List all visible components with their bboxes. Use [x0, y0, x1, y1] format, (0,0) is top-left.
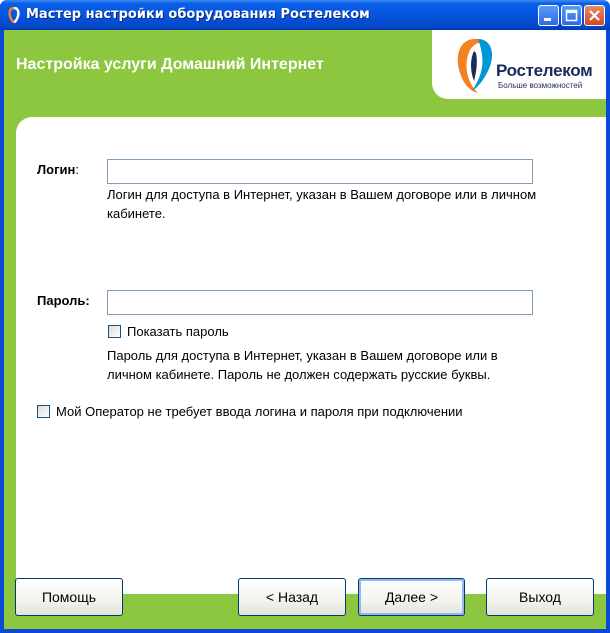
- close-button[interactable]: [584, 5, 605, 26]
- password-input[interactable]: [107, 290, 533, 315]
- rostelecom-app-icon: [7, 6, 21, 24]
- help-button[interactable]: Помощь: [15, 578, 123, 616]
- logo-tagline: Больше возможностей: [498, 81, 583, 90]
- title-bar[interactable]: Мастер настройки оборудования Ростелеком: [0, 0, 610, 30]
- no-auth-label: Мой Оператор не требует ввода логина и п…: [56, 404, 463, 419]
- minimize-button[interactable]: [538, 5, 559, 26]
- maximize-button[interactable]: [561, 5, 582, 26]
- show-password-checkbox[interactable]: Показать пароль: [108, 324, 229, 339]
- window-title: Мастер настройки оборудования Ростелеком: [26, 7, 370, 22]
- next-button[interactable]: Далее >: [358, 578, 465, 616]
- login-label: Логин:: [37, 162, 79, 177]
- back-button[interactable]: < Назад: [238, 578, 346, 616]
- no-auth-checkbox[interactable]: Мой Оператор не требует ввода логина и п…: [37, 404, 463, 419]
- rostelecom-logo-icon: [457, 38, 493, 93]
- password-label: Пароль:: [37, 293, 90, 308]
- exit-button[interactable]: Выход: [486, 578, 594, 616]
- form-panel: Логин: Логин для доступа в Интернет, ука…: [16, 117, 606, 594]
- login-label-colon: :: [75, 162, 79, 177]
- maximize-icon: [565, 9, 578, 22]
- show-password-label: Показать пароль: [127, 324, 229, 339]
- logo-wordmark: Ростелеком: [496, 61, 593, 80]
- login-help-text: Логин для доступа в Интернет, указан в В…: [107, 187, 537, 221]
- close-icon: [589, 10, 600, 21]
- minimize-icon: [544, 18, 551, 21]
- page-title: Настройка услуги Домашний Интернет: [16, 56, 324, 73]
- no-auth-checkbox-box[interactable]: [37, 405, 50, 418]
- show-password-checkbox-box[interactable]: [108, 325, 121, 338]
- wizard-body: Настройка услуги Домашний Интернет Росте…: [4, 30, 606, 629]
- login-label-text: Логин: [37, 162, 76, 177]
- wizard-window: Мастер настройки оборудования Ростелеком…: [0, 0, 610, 633]
- password-help-text: Пароль для доступа в Интернет, указан в …: [107, 348, 498, 382]
- brand-logo: Ростелеком Больше возможностей: [432, 30, 606, 99]
- login-input[interactable]: [107, 159, 533, 184]
